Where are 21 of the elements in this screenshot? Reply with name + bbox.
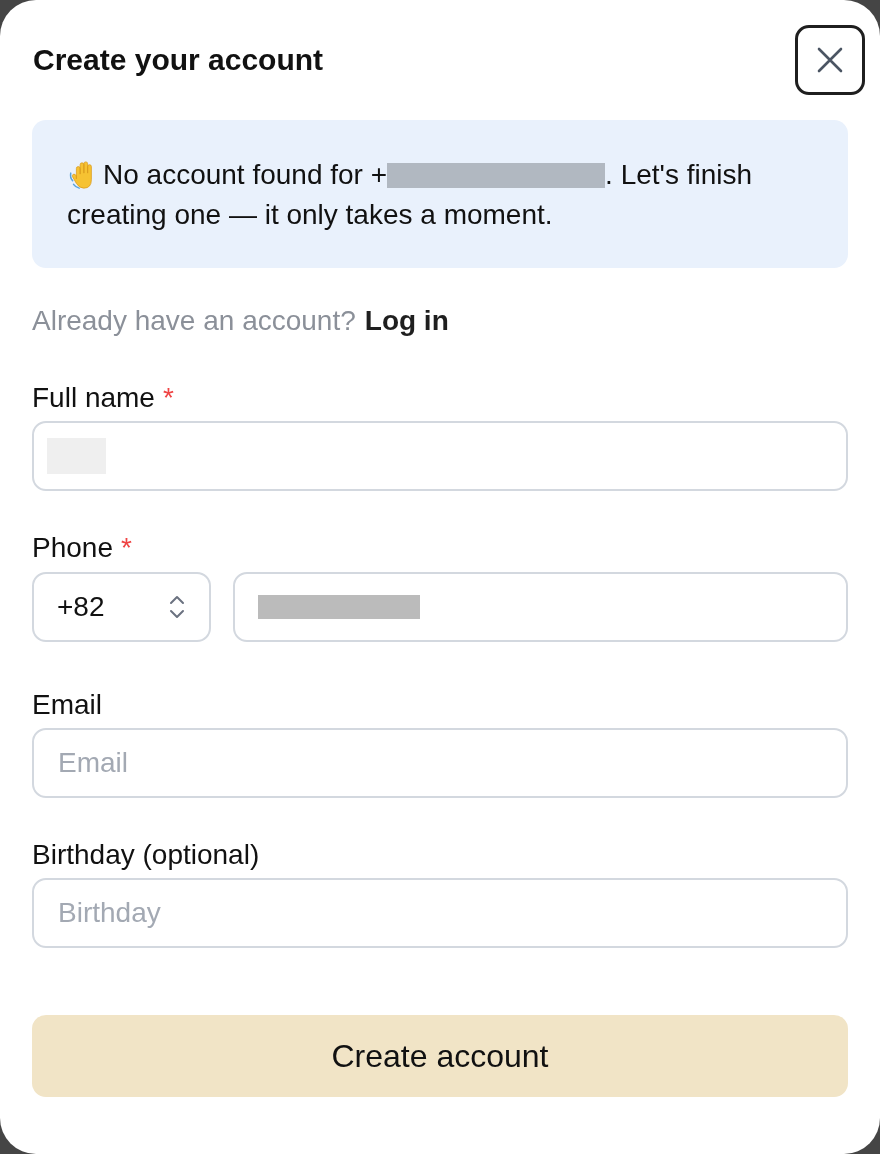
- close-button[interactable]: [795, 25, 865, 95]
- close-icon: [817, 47, 843, 73]
- input-field[interactable]: [32, 421, 848, 491]
- phone-number-field[interactable]: [233, 572, 848, 642]
- login-link[interactable]: Log in: [364, 301, 449, 341]
- field-label: Full name: [32, 382, 155, 414]
- create-account-button[interactable]: Create account: [32, 1015, 848, 1097]
- input-field[interactable]: Birthday: [32, 878, 848, 948]
- required-asterisk: *: [162, 382, 174, 414]
- notice-text: creating one — it only takes a moment.: [67, 198, 554, 232]
- dialog-title: Create your account: [32, 42, 324, 78]
- field-label: Birthday (optional): [32, 839, 260, 871]
- notice-text: . Let's finish: [605, 158, 753, 192]
- required-asterisk: *: [120, 532, 132, 564]
- up-down-chevron-icon: [169, 595, 185, 619]
- input-field[interactable]: Email: [32, 728, 848, 798]
- prompt-text: Already have an account?: [32, 304, 356, 338]
- field-label: Phone: [32, 532, 113, 564]
- notice-text: No account found for +: [103, 158, 388, 192]
- country-code-select[interactable]: +82: [32, 572, 211, 642]
- field-label: Email: [32, 689, 102, 721]
